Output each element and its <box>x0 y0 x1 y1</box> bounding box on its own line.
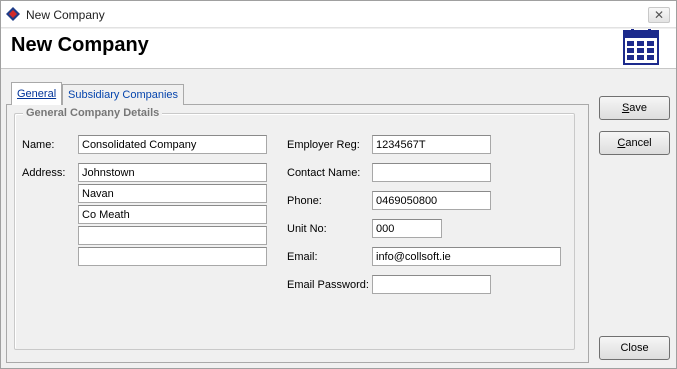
cancel-label-rest: ancel <box>625 137 652 149</box>
window-close-button[interactable]: ✕ <box>648 7 670 23</box>
unit-no-field[interactable] <box>372 219 442 238</box>
address-line-5-field[interactable] <box>78 247 267 266</box>
new-company-window: New Company ✕ New Company General Subsid… <box>0 0 677 369</box>
employer-reg-label: Employer Reg: <box>287 139 360 151</box>
close-button[interactable]: Close <box>599 336 670 360</box>
title-bar: New Company ✕ <box>1 1 676 28</box>
email-password-label: Email Password: <box>287 279 369 291</box>
email-label: Email: <box>287 251 318 263</box>
address-line-1-field[interactable] <box>78 163 267 182</box>
save-label-rest: ave <box>629 102 648 114</box>
email-field[interactable] <box>372 247 561 266</box>
app-logo-icon <box>6 7 20 21</box>
contact-name-label: Contact Name: <box>287 167 361 179</box>
page-title: New Company <box>11 34 149 56</box>
email-password-field[interactable] <box>372 275 491 294</box>
address-line-4-field[interactable] <box>78 226 267 245</box>
calendar-icon <box>623 29 659 65</box>
save-button[interactable]: Save <box>599 96 670 120</box>
tab-general[interactable]: General <box>11 82 63 105</box>
tab-subsidiary-companies[interactable]: Subsidiary Companies <box>62 84 185 105</box>
cancel-button[interactable]: Cancel <box>599 131 670 155</box>
name-label: Name: <box>22 139 55 151</box>
contact-name-field[interactable] <box>372 163 491 182</box>
window-title: New Company <box>26 8 105 22</box>
name-field[interactable] <box>78 135 267 154</box>
header-banner: New Company <box>1 29 676 69</box>
group-title: General Company Details <box>23 107 163 119</box>
address-line-2-field[interactable] <box>78 184 267 203</box>
unit-no-label: Unit No: <box>287 223 327 235</box>
phone-field[interactable] <box>372 191 491 210</box>
address-label: Address: <box>22 167 66 179</box>
phone-label: Phone: <box>287 195 322 207</box>
address-line-3-field[interactable] <box>78 205 267 224</box>
employer-reg-field[interactable] <box>372 135 491 154</box>
